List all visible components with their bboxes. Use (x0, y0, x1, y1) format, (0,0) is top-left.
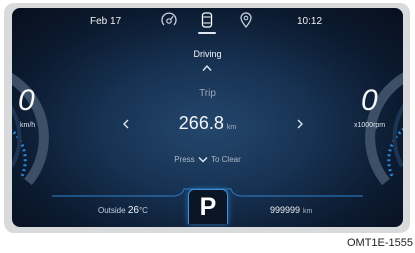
hint-clear-text: To Clear (210, 155, 241, 164)
trip-value: 266.8 (178, 113, 224, 133)
clear-hint: Press To Clear (12, 155, 403, 164)
outside-temp-value: 26 (127, 205, 139, 216)
instrument-cluster-display: Feb 17 10:12 0 km/h 0 x1000rpm Driving T… (12, 8, 403, 227)
gear-position: P (199, 193, 217, 221)
location-pin-icon[interactable] (237, 11, 255, 29)
mode-title: Driving (193, 49, 222, 59)
gear-indicator: P (188, 189, 228, 224)
figure-code: OMT1E-1555 (346, 237, 413, 249)
trip-readout: 266.8 km (12, 113, 403, 134)
hint-press-text: Press (174, 155, 195, 164)
clock-display: 10:12 (297, 16, 323, 27)
car-icon[interactable] (198, 11, 216, 29)
odometer: 999999 km (270, 205, 312, 215)
outside-temp-unit: °C (138, 206, 148, 215)
date-display: Feb 17 (90, 16, 122, 27)
outside-temperature: Outside 26°C (98, 205, 148, 216)
trip-unit: km (226, 124, 237, 131)
odometer-unit: km (303, 208, 313, 215)
outside-label: Outside (98, 206, 126, 215)
chevron-right-icon[interactable] (296, 118, 304, 130)
chevron-up-icon[interactable] (201, 64, 213, 72)
active-tab-indicator (198, 32, 216, 34)
status-bar: Feb 17 10:12 (12, 8, 403, 36)
chevron-down-icon (198, 157, 208, 163)
gauge-icon[interactable] (160, 11, 178, 29)
info-item-label: Trip (199, 88, 216, 99)
odometer-value: 999999 (270, 205, 301, 215)
